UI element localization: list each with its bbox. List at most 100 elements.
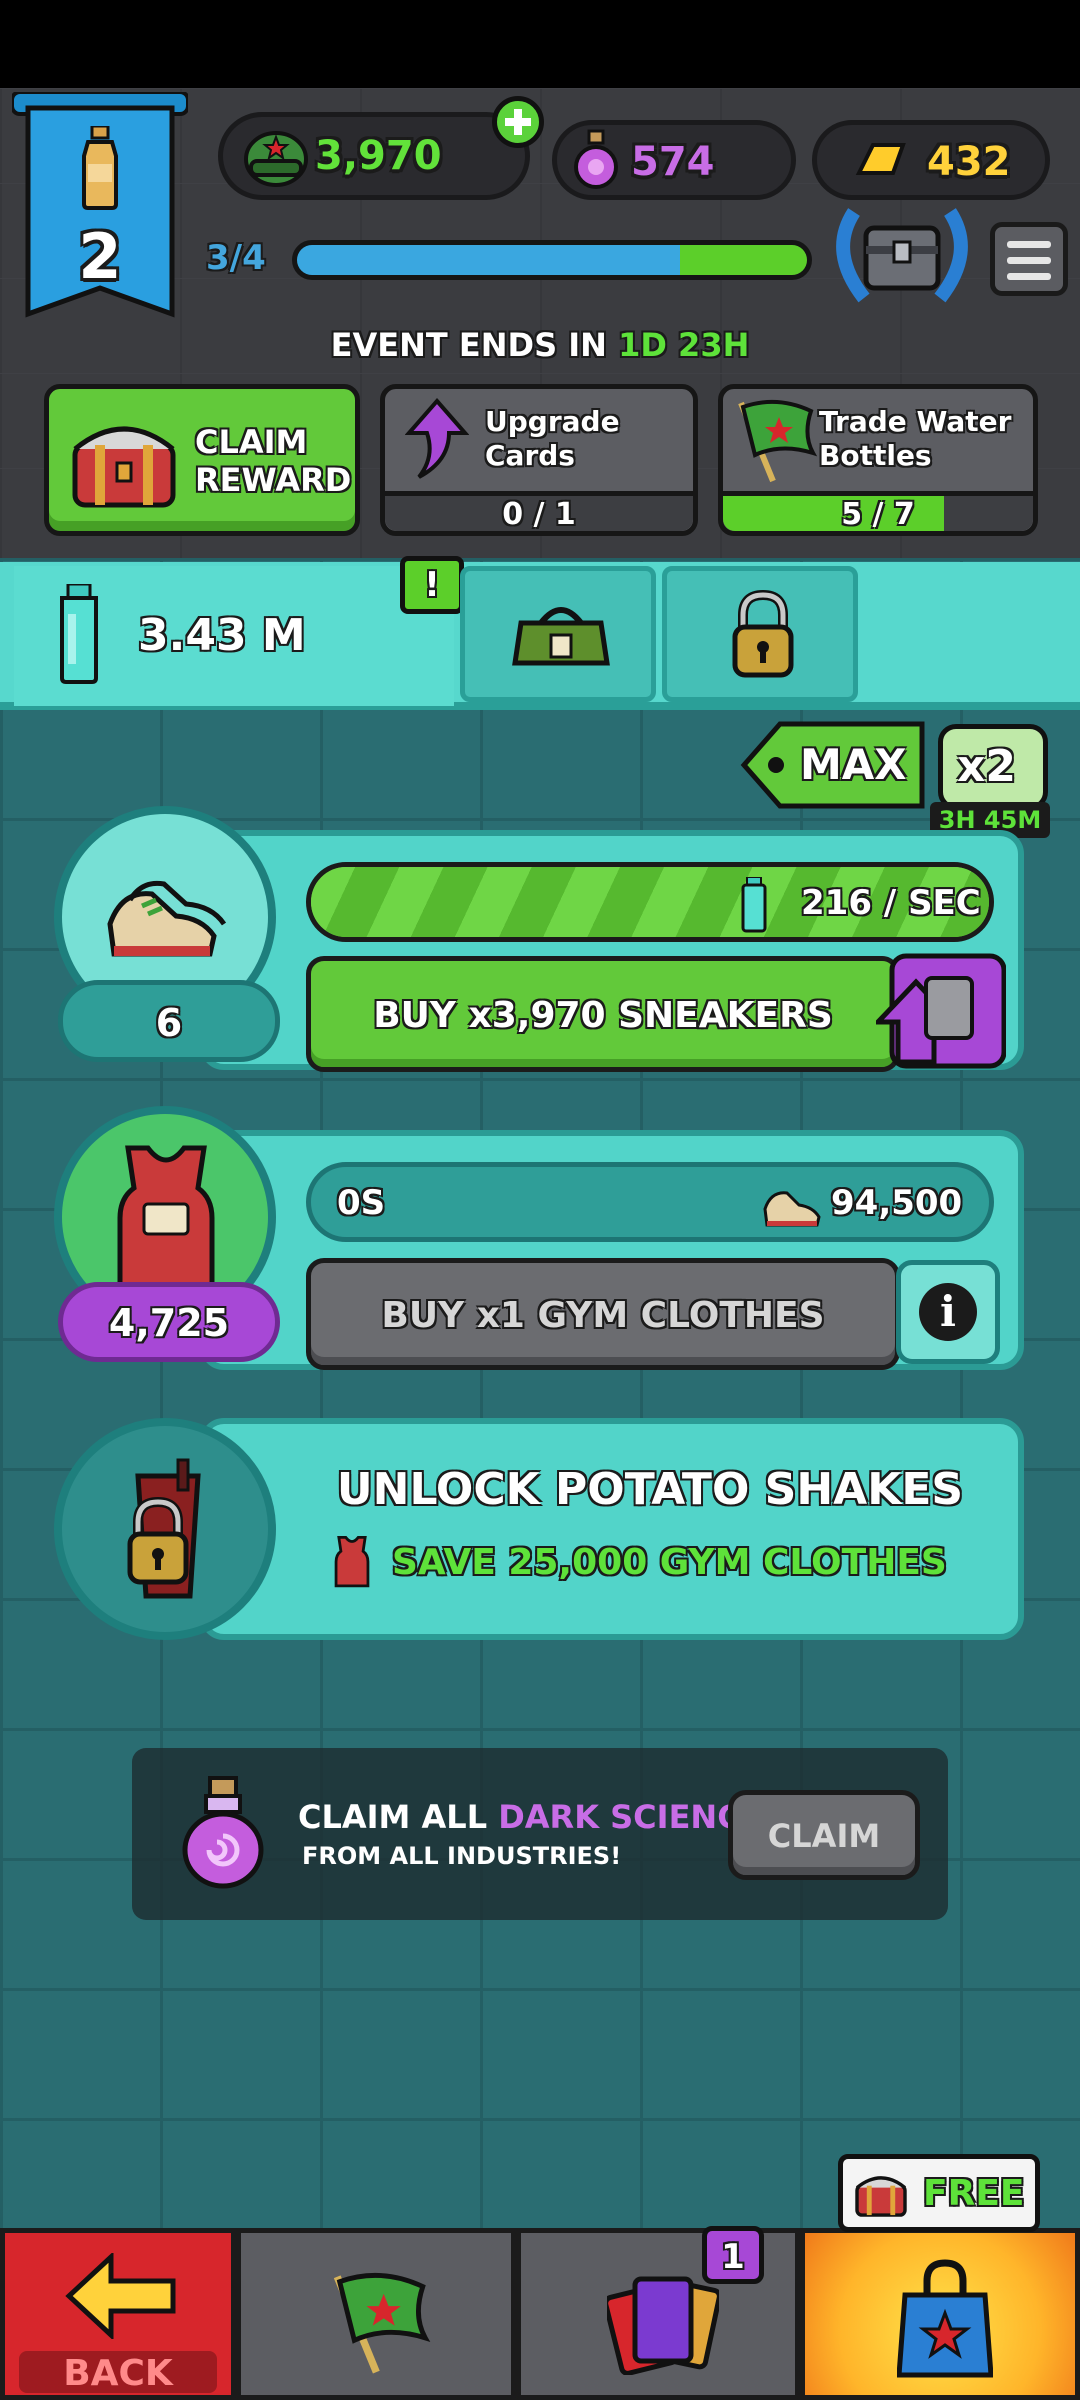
- locked-industry-avatar: [54, 1418, 276, 1640]
- chest-icon: [72, 426, 176, 508]
- buy-gym-clothes-label: BUY x1 GYM CLOTHES: [381, 1295, 825, 1336]
- potion-icon: [574, 129, 618, 189]
- helmets-count: 3,970: [315, 133, 442, 179]
- claim-all-button-label: CLAIM: [767, 1817, 881, 1855]
- gym-clothes-count-pill: 4,725: [58, 1282, 280, 1362]
- claim-reward-label-2: REWARD: [195, 461, 352, 499]
- tab-locked-industry[interactable]: [662, 566, 858, 702]
- trade-water-bottles-task[interactable]: Trade Water Bottles 5 / 7: [718, 384, 1038, 536]
- unlock-panel: [200, 1418, 1024, 1640]
- lock-icon: [732, 589, 794, 678]
- lock-icon: [127, 1496, 189, 1585]
- trade-label-2: Bottles: [819, 439, 932, 472]
- buy-gym-clothes-button[interactable]: BUY x1 GYM CLOTHES: [306, 1258, 900, 1370]
- buy-sneakers-button[interactable]: BUY x3,970 SNEAKERS: [306, 956, 900, 1072]
- cards-icon: [607, 2276, 719, 2375]
- xp-fill-green: [679, 245, 807, 275]
- sneakers-card-upgrade-button[interactable]: [876, 952, 1006, 1070]
- event-timer-days: 1D: [618, 326, 667, 364]
- free-label: FREE: [923, 2173, 1025, 2214]
- helmets-resource[interactable]: 3,970: [218, 112, 530, 200]
- claim-all-button[interactable]: CLAIM: [728, 1790, 920, 1880]
- sneakers-rate-bar: 216 / SEC: [306, 862, 994, 942]
- menu-icon-line: [1007, 257, 1051, 264]
- upgrade-cards-task[interactable]: Upgrade Cards 0 / 1: [380, 384, 698, 536]
- claim-all-line1: CLAIM ALL DARK SCIENCE: [298, 1798, 763, 1836]
- sneakers-count-pill: 6: [58, 980, 280, 1062]
- cards-badge: 1: [702, 2226, 764, 2284]
- sneakers-icon: [107, 880, 227, 957]
- claim-all-line2: FROM ALL INDUSTRIES!: [302, 1842, 622, 1870]
- potion-icon: [182, 1776, 264, 1889]
- laurel-chest-icon: [836, 208, 968, 303]
- unlock-title: UNLOCK POTATO SHAKES: [336, 1464, 964, 1515]
- menu-button[interactable]: [990, 222, 1068, 296]
- flag-icon: [738, 399, 818, 483]
- gym-bag-icon: [512, 607, 610, 666]
- free-offer-tag[interactable]: FREE: [838, 2154, 1040, 2232]
- dark-science-count: 574: [631, 139, 715, 185]
- level-banner[interactable]: 2: [12, 92, 188, 324]
- flag-icon: [333, 2272, 431, 2374]
- upgrade-label-2: Cards: [485, 439, 575, 472]
- up-arrow-icon: [405, 397, 469, 479]
- buy-sneakers-label: BUY x3,970 SNEAKERS: [373, 995, 833, 1036]
- upgrade-progress-text: 0 / 1: [502, 497, 576, 532]
- tab-water-bottles[interactable]: 3.43 M: [14, 566, 454, 706]
- alert-badge-text: !: [424, 565, 440, 605]
- season-chest-button[interactable]: [824, 202, 980, 310]
- level-number: 2: [78, 220, 122, 293]
- claim-reward-label-1: CLAIM: [195, 423, 308, 461]
- event-timer-prefix: EVENT ENDS IN: [330, 326, 607, 364]
- tank-top-icon: [334, 1536, 370, 1588]
- water-bottle-icon: [741, 877, 767, 933]
- gym-clothes-count: 4,725: [108, 1301, 230, 1345]
- gym-clothes-timer-bar: 0S 94,500: [306, 1162, 994, 1242]
- event-timer: EVENT ENDS IN 1D 23H: [0, 326, 1080, 364]
- plus-icon: [505, 109, 531, 135]
- upgrade-label-1: Upgrade: [485, 405, 620, 438]
- water-bottle-icon: [82, 126, 118, 210]
- claim-reward-button[interactable]: CLAIM REWARD: [44, 384, 360, 536]
- helmet-icon: [244, 131, 308, 187]
- event-timer-hours: 23H: [678, 326, 750, 364]
- info-icon-text: i: [940, 1287, 956, 1336]
- gym-clothes-cost: 94,500: [831, 1183, 963, 1223]
- max-button[interactable]: MAX: [740, 720, 926, 810]
- menu-icon-line: [1007, 273, 1051, 280]
- level-progress-text: 3/4: [206, 238, 266, 278]
- claim-all-prefix: CLAIM ALL: [298, 1798, 488, 1836]
- menu-icon-line: [1007, 241, 1051, 248]
- chest-icon: [855, 2176, 907, 2217]
- alert-badge[interactable]: !: [400, 556, 464, 614]
- back-label: BACK: [63, 2353, 173, 2394]
- boost-label: x2: [957, 741, 1016, 792]
- tank-top-icon: [117, 1145, 215, 1291]
- nav-flag-button[interactable]: [236, 2228, 516, 2400]
- shopping-bag-icon: [897, 2259, 993, 2378]
- cards-badge-count: 1: [721, 2237, 745, 2277]
- sneakers-rate: 216 / SEC: [801, 883, 981, 923]
- sneakers-icon: [763, 1191, 821, 1227]
- boost-x2-button[interactable]: x2: [938, 724, 1048, 810]
- sneakers-count: 6: [155, 1001, 183, 1045]
- claim-all-highlight: DARK SCIENCE: [498, 1798, 763, 1836]
- trade-progress-text: 5 / 7: [841, 497, 915, 532]
- level-progress-bar: [292, 240, 812, 280]
- card-upgrade-icon: [876, 953, 1006, 1069]
- status-bar: [0, 0, 1080, 88]
- nav-shop-button[interactable]: [800, 2228, 1080, 2400]
- info-icon: i: [919, 1283, 977, 1341]
- tab-sneakers-industry[interactable]: [460, 566, 656, 702]
- gold-resource[interactable]: 432: [812, 120, 1050, 200]
- info-button[interactable]: i: [896, 1260, 1000, 1364]
- water-bottle-icon: [60, 584, 98, 684]
- trade-label-1: Trade Water: [819, 405, 1012, 438]
- dark-science-resource[interactable]: 574: [552, 120, 796, 200]
- unlock-requirement: SAVE 25,000 GYM CLOTHES: [392, 1542, 947, 1583]
- back-button[interactable]: BACK: [0, 2228, 236, 2400]
- gold-count: 432: [927, 139, 1011, 185]
- add-helmets-button[interactable]: [492, 96, 544, 148]
- left-arrow-icon: [65, 2253, 176, 2339]
- xp-fill-blue: [297, 245, 680, 275]
